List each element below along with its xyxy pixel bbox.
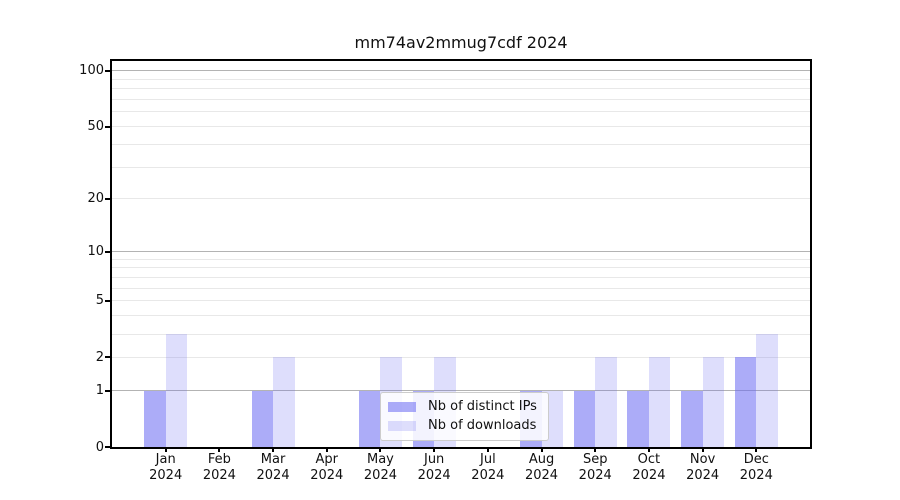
gridline-minor — [112, 126, 810, 127]
x-tick-label: Aug2024 — [512, 452, 572, 483]
gridline-minor — [112, 334, 810, 335]
bar-downloads — [649, 357, 671, 447]
x-tick-label: Dec2024 — [726, 452, 786, 483]
bar-distinct-ips — [144, 391, 166, 447]
y-tick-mark — [105, 446, 111, 448]
gridline-minor — [112, 144, 810, 145]
gridline-minor — [112, 88, 810, 89]
bar-downloads — [756, 334, 778, 447]
x-tick-label: Nov2024 — [673, 452, 733, 483]
gridline-minor — [112, 111, 810, 112]
x-tick-mark — [594, 447, 596, 452]
bar-distinct-ips — [574, 391, 596, 447]
gridline-minor — [112, 198, 810, 199]
gridline-minor — [112, 288, 810, 289]
y-tick-label: 10 — [28, 243, 104, 260]
x-tick-label: Sep2024 — [565, 452, 625, 483]
x-tick-mark — [165, 447, 167, 452]
legend-swatch-downloads — [388, 421, 416, 431]
bar-distinct-ips — [252, 391, 274, 447]
x-tick-label: Mar2024 — [243, 452, 303, 483]
y-tick-mark — [105, 70, 111, 72]
x-tick-label: May2024 — [350, 452, 410, 483]
gridline-minor — [112, 277, 810, 278]
gridline-minor — [112, 315, 810, 316]
x-tick-label: Apr2024 — [297, 452, 357, 483]
gridline-minor — [112, 259, 810, 260]
x-tick-label: Jun2024 — [404, 452, 464, 483]
chart-title: mm74av2mmug7cdf 2024 — [112, 33, 810, 52]
y-tick-mark — [105, 198, 111, 200]
x-tick-mark — [379, 447, 381, 452]
bar-downloads — [166, 334, 188, 447]
y-tick-mark — [105, 356, 111, 358]
x-tick-label: Jul2024 — [458, 452, 518, 483]
y-tick-label: 20 — [28, 190, 104, 207]
legend-item-distinct-ips: Nb of distinct IPs — [388, 399, 537, 414]
y-tick-mark — [105, 126, 111, 128]
figure: mm74av2mmug7cdf 2024 Nb of distinct IPs … — [0, 0, 900, 500]
x-tick-mark — [702, 447, 704, 452]
bar-distinct-ips — [359, 391, 381, 447]
x-tick-label: Feb2024 — [189, 452, 249, 483]
x-tick-label: Oct2024 — [619, 452, 679, 483]
gridline-minor — [112, 267, 810, 268]
bar-distinct-ips — [735, 357, 757, 447]
bar-distinct-ips — [681, 391, 703, 447]
gridline-minor — [112, 79, 810, 80]
x-tick-label: Jan2024 — [136, 452, 196, 483]
gridline-minor — [112, 167, 810, 168]
y-tick-mark — [105, 300, 111, 302]
bar-downloads — [273, 357, 295, 447]
gridline-minor — [112, 99, 810, 100]
bar-downloads — [595, 357, 617, 447]
y-tick-label: 1 — [28, 382, 104, 399]
legend: Nb of distinct IPs Nb of downloads — [380, 392, 549, 441]
x-tick-mark — [541, 447, 543, 452]
x-tick-mark — [272, 447, 274, 452]
y-tick-label: 2 — [28, 349, 104, 366]
gridline-minor — [112, 300, 810, 301]
x-tick-mark — [218, 447, 220, 452]
x-tick-mark — [433, 447, 435, 452]
bar-downloads — [703, 357, 725, 447]
legend-label-downloads: Nb of downloads — [428, 418, 536, 433]
gridline-major — [112, 251, 810, 252]
x-tick-mark — [755, 447, 757, 452]
bar-distinct-ips — [627, 391, 649, 447]
x-tick-mark — [326, 447, 328, 452]
y-tick-label: 0 — [28, 439, 104, 456]
y-tick-label: 100 — [28, 62, 104, 79]
plot-area — [112, 61, 810, 447]
y-tick-mark — [105, 251, 111, 253]
y-tick-label: 5 — [28, 292, 104, 309]
x-tick-mark — [487, 447, 489, 452]
legend-label-distinct-ips: Nb of distinct IPs — [428, 399, 537, 414]
legend-swatch-distinct-ips — [388, 402, 416, 412]
y-tick-label: 50 — [28, 118, 104, 135]
y-tick-mark — [105, 390, 111, 392]
gridline-major — [112, 70, 810, 71]
legend-item-downloads: Nb of downloads — [388, 418, 537, 433]
x-tick-mark — [648, 447, 650, 452]
